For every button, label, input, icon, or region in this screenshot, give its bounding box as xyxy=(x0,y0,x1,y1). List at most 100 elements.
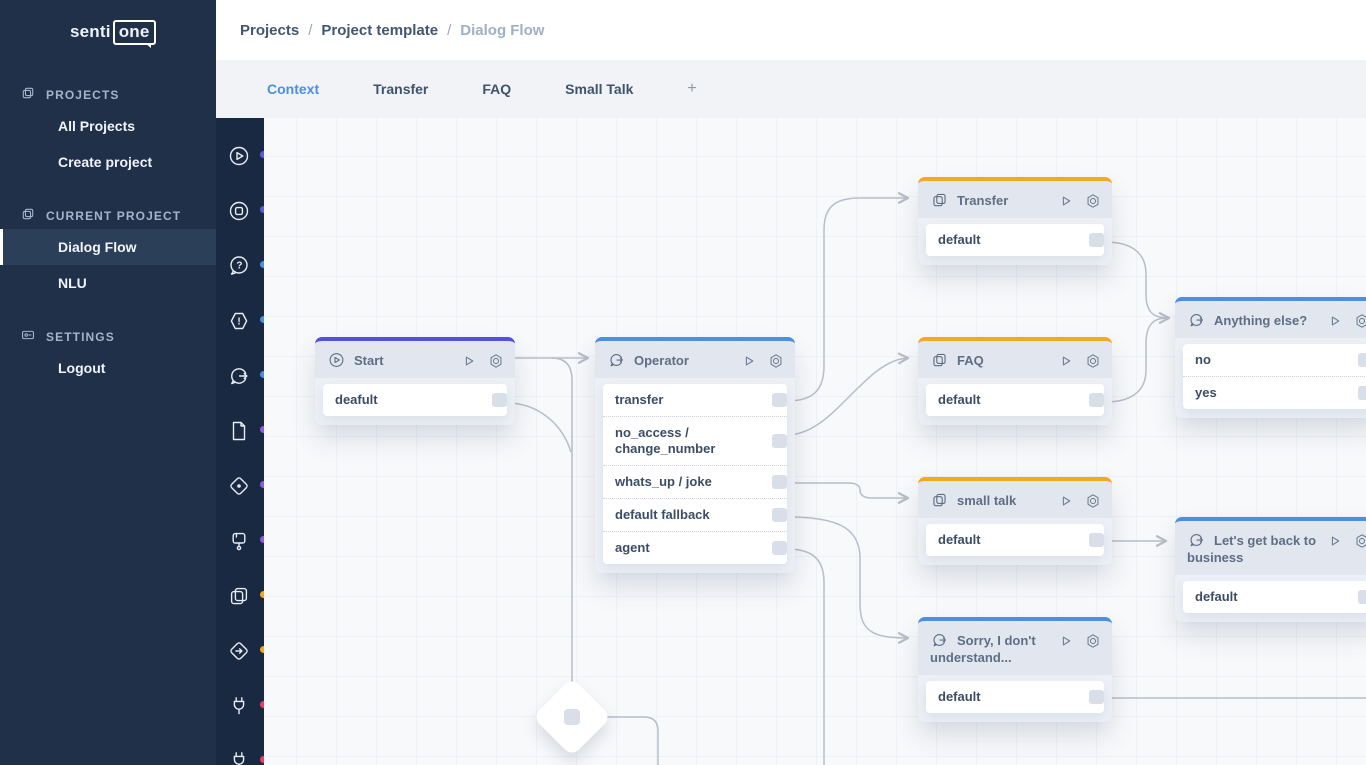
node-output-row[interactable]: no_access / change_number xyxy=(603,416,787,465)
breadcrumb-item[interactable]: Dialog Flow xyxy=(460,22,544,39)
output-port-handle[interactable] xyxy=(1089,393,1104,407)
node-settings-gear-button[interactable] xyxy=(1084,632,1102,650)
flow-node-anything-else[interactable]: Anything else? no yes xyxy=(1175,297,1366,418)
sidebar-item-logout[interactable]: Logout xyxy=(0,350,216,386)
node-output-label: default xyxy=(1195,589,1238,604)
node-settings-gear-button[interactable] xyxy=(1353,312,1366,330)
output-port-handle[interactable] xyxy=(1358,590,1366,604)
settings-icon xyxy=(20,327,36,346)
play-circle-icon xyxy=(227,155,251,172)
output-port-handle[interactable] xyxy=(492,393,507,407)
node-test-play-button[interactable] xyxy=(460,352,478,370)
node-settings-gear-button[interactable] xyxy=(487,352,505,370)
flow-node-sorry[interactable]: Sorry, I don't understand... default xyxy=(918,617,1112,722)
flow-node-faq[interactable]: FAQ default xyxy=(918,337,1112,425)
tab-small-talk[interactable]: Small Talk xyxy=(538,81,660,97)
plug-icon xyxy=(227,760,251,765)
node-output-label: agent xyxy=(615,540,650,555)
node-header[interactable]: Let's get back to business xyxy=(1175,517,1366,575)
tool-play-circle-icon[interactable] xyxy=(227,144,253,168)
folder-stack-icon xyxy=(20,85,36,104)
output-port-handle[interactable] xyxy=(1358,386,1366,400)
node-output-row[interactable]: default xyxy=(1183,581,1366,613)
node-output-label: no xyxy=(1195,352,1211,367)
node-settings-gear-button[interactable] xyxy=(1084,492,1102,510)
output-port-handle[interactable] xyxy=(1358,353,1366,367)
tab-transfer[interactable]: Transfer xyxy=(346,81,455,97)
tab-context[interactable]: Context xyxy=(240,81,346,97)
node-header[interactable]: Start xyxy=(315,337,515,378)
tool-terminal-icon[interactable] xyxy=(227,529,253,553)
node-header[interactable]: small talk xyxy=(918,477,1112,518)
tool-status-dot xyxy=(260,151,264,158)
flow-node-operator[interactable]: Operator transferno_access / change_numbe… xyxy=(595,337,795,573)
node-settings-gear-button[interactable] xyxy=(1084,192,1102,210)
node-output-row[interactable]: transfer xyxy=(603,384,787,416)
tool-plug-icon[interactable] xyxy=(227,749,253,765)
flow-node-start[interactable]: Start deafult xyxy=(315,337,515,425)
node-test-play-button[interactable] xyxy=(740,352,758,370)
node-test-play-button[interactable] xyxy=(1057,492,1075,510)
sidebar-item-create-project[interactable]: Create project xyxy=(0,144,216,180)
diamond-port-handle[interactable] xyxy=(564,709,580,725)
output-port-handle[interactable] xyxy=(1089,690,1104,704)
node-settings-gear-button[interactable] xyxy=(767,352,785,370)
node-output-row[interactable]: whats_up / joke xyxy=(603,465,787,498)
node-rows-card: default xyxy=(926,384,1104,416)
sidebar-item-nlu[interactable]: NLU xyxy=(0,265,216,301)
node-header[interactable]: Anything else? xyxy=(1175,297,1366,338)
diamond-arrow-icon xyxy=(227,650,251,667)
add-tab-button[interactable]: + xyxy=(660,80,723,98)
tool-cards-icon[interactable] xyxy=(227,584,253,608)
node-output-row[interactable]: yes xyxy=(1183,376,1366,409)
output-port-handle[interactable] xyxy=(772,541,787,555)
node-output-row[interactable]: default xyxy=(926,224,1104,256)
node-test-play-button[interactable] xyxy=(1326,312,1344,330)
node-header[interactable]: Operator xyxy=(595,337,795,378)
sidebar-section-label: CURRENT PROJECT xyxy=(46,209,181,223)
flow-node-transfer[interactable]: Transfer default xyxy=(918,177,1112,265)
tool-plug-icon[interactable] xyxy=(227,694,253,718)
node-output-row[interactable]: agent xyxy=(603,531,787,564)
tool-diamond-arrow-icon[interactable] xyxy=(227,639,253,663)
node-header[interactable]: Transfer xyxy=(918,177,1112,218)
output-port-handle[interactable] xyxy=(772,393,787,407)
output-port-handle[interactable] xyxy=(1089,533,1104,547)
output-port-handle[interactable] xyxy=(772,434,787,448)
tool-diamond-dot-icon[interactable] xyxy=(227,474,253,498)
tool-question-bubble-icon[interactable]: ? xyxy=(227,254,253,278)
flow-node-small-talk[interactable]: small talk default xyxy=(918,477,1112,565)
node-settings-gear-button[interactable] xyxy=(1353,532,1366,550)
node-output-row[interactable]: default fallback xyxy=(603,498,787,531)
node-output-row[interactable]: deafult xyxy=(323,384,507,416)
tool-stop-circle-icon[interactable] xyxy=(227,199,253,223)
sidebar-item-dialog-flow[interactable]: Dialog Flow xyxy=(0,229,216,265)
node-output-row[interactable]: default xyxy=(926,681,1104,713)
tool-warning-hexagon-icon[interactable]: ! xyxy=(227,309,253,333)
node-output-row[interactable]: default xyxy=(926,524,1104,556)
node-header[interactable]: Sorry, I don't understand... xyxy=(918,617,1112,675)
node-test-play-button[interactable] xyxy=(1057,632,1075,650)
flow-node-back-to-business[interactable]: Let's get back to business default xyxy=(1175,517,1366,622)
output-port-handle[interactable] xyxy=(1089,233,1104,247)
breadcrumb-item[interactable]: Projects xyxy=(240,22,299,39)
node-body: no yes xyxy=(1175,338,1366,418)
node-settings-gear-button[interactable] xyxy=(1084,352,1102,370)
node-header[interactable]: FAQ xyxy=(918,337,1112,378)
node-output-row[interactable]: default xyxy=(926,384,1104,416)
breadcrumb-item[interactable]: Project template xyxy=(321,22,438,39)
tool-document-icon[interactable] xyxy=(227,419,253,443)
node-test-play-button[interactable] xyxy=(1326,532,1344,550)
node-output-row[interactable]: no xyxy=(1183,344,1366,376)
node-test-play-button[interactable] xyxy=(1057,352,1075,370)
output-port-handle[interactable] xyxy=(772,475,787,489)
node-output-label: default xyxy=(938,532,981,547)
tool-chat-arrow-icon[interactable] xyxy=(227,364,253,388)
output-port-handle[interactable] xyxy=(772,508,787,522)
node-test-play-button[interactable] xyxy=(1057,192,1075,210)
sidebar-item-all-projects[interactable]: All Projects xyxy=(0,108,216,144)
tab-faq[interactable]: FAQ xyxy=(455,81,538,97)
chat-arrow-icon xyxy=(1187,311,1207,329)
node-title: Operator xyxy=(634,353,689,368)
flow-canvas[interactable]: Start deafult Operator transferno_access / … xyxy=(264,118,1366,765)
